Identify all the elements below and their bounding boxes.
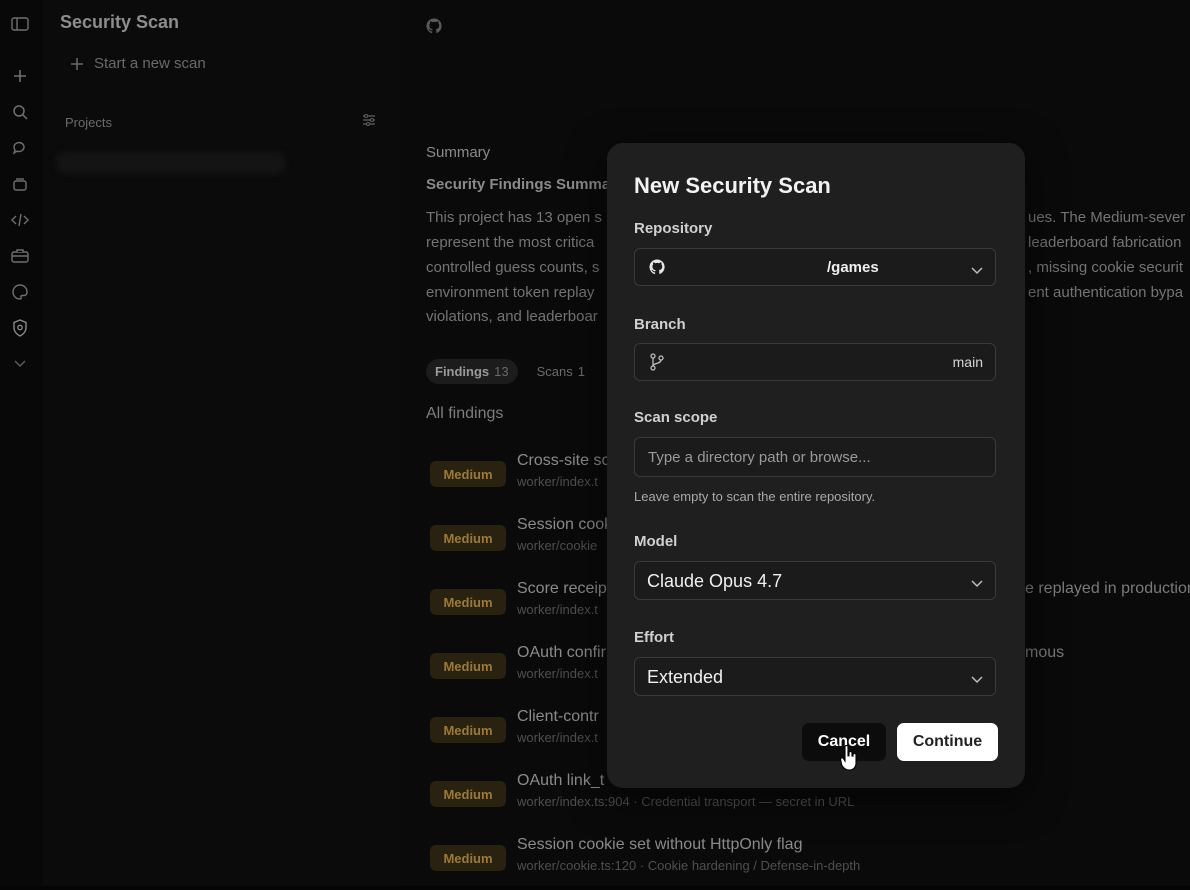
scan-scope-label: Scan scope: [634, 409, 718, 426]
summary-text-line: violations, and leaderboar: [426, 308, 598, 325]
summary-text-line: environment token replay: [426, 284, 595, 301]
finding-location: worker/index.t: [517, 730, 598, 745]
finding-title: Session cook: [517, 516, 613, 533]
summary-text-line: controlled guess counts, s: [426, 259, 600, 276]
projects-label: Projects: [65, 115, 112, 130]
model-label: Model: [634, 533, 678, 550]
plus-icon: [71, 57, 83, 70]
github-icon[interactable]: [426, 18, 442, 39]
start-new-scan-button[interactable]: Start a new scan: [70, 55, 206, 72]
finding-location: worker/index.t: [517, 666, 598, 681]
branch-value: main: [952, 354, 983, 370]
severity-badge: Medium: [430, 781, 506, 807]
hand-cursor-icon: [840, 745, 858, 776]
severity-badge: Medium: [430, 653, 506, 679]
findings-tabs: Findings 13 Scans 1: [426, 359, 594, 384]
git-branch-icon: [649, 353, 665, 376]
finding-row[interactable]: Medium Session cookie set without HttpOn…: [430, 836, 1170, 890]
repository-value: /games: [827, 259, 879, 276]
security-shield-icon[interactable]: [10, 318, 30, 338]
severity-badge: Medium: [430, 717, 506, 743]
summary-text-line: represent the most critica: [426, 234, 595, 251]
sidebar-toggle-icon[interactable]: [10, 14, 30, 34]
github-icon: [649, 259, 665, 280]
finding-title: Cross-site sc: [517, 452, 610, 469]
chevron-down-icon: [971, 671, 983, 689]
severity-badge: Medium: [430, 589, 506, 615]
finding-title: OAuth link_t: [517, 772, 605, 789]
summary-heading: Summary: [426, 144, 491, 161]
finding-location: worker/index.ts:904 · Credential transpo…: [517, 794, 855, 809]
summary-text-line: This project has 13 open s: [426, 209, 602, 226]
sidebar-title: Security Scan: [60, 12, 180, 32]
chats-icon[interactable]: [10, 138, 30, 158]
tab-findings[interactable]: Findings 13: [426, 359, 518, 384]
branch-select[interactable]: main: [634, 343, 996, 381]
filter-icon[interactable]: [362, 113, 376, 132]
scan-scope-input[interactable]: [635, 438, 995, 476]
palette-icon[interactable]: [10, 282, 30, 302]
scan-scope-field: [634, 437, 996, 477]
finding-location: worker/cookie.ts:120 · Cookie hardening …: [517, 858, 861, 873]
project-item-redacted[interactable]: [56, 152, 286, 174]
branch-label: Branch: [634, 316, 686, 333]
search-icon[interactable]: [10, 102, 30, 122]
finding-title: Session cookie set without HttpOnly flag: [517, 836, 803, 853]
tab-count: 13: [494, 364, 509, 379]
finding-title-tail: mous: [1025, 644, 1065, 661]
severity-badge: Medium: [430, 461, 506, 487]
finding-title: Client-contr: [517, 708, 599, 725]
new-security-scan-dialog: New Security Scan Repository /games Bran…: [607, 143, 1025, 788]
model-select[interactable]: Claude Opus 4.7: [634, 561, 996, 600]
dialog-title: New Security Scan: [634, 173, 831, 198]
sidebar: Security Scan Start a new scan Projects: [42, 0, 400, 886]
summary-text-line: ues. The Medium-sever: [1028, 209, 1186, 226]
repository-select[interactable]: /games: [634, 248, 996, 286]
start-new-scan-label: Start a new scan: [94, 55, 206, 72]
finding-location: worker/index.t: [517, 602, 598, 617]
summary-text-line: ent authentication bypa: [1028, 284, 1184, 301]
icon-rail: [0, 0, 42, 886]
tab-label: Findings: [435, 364, 490, 379]
finding-location: worker/index.t: [517, 474, 598, 489]
findings-summary-heading: Security Findings Summa: [426, 176, 611, 193]
chevron-down-icon[interactable]: [10, 354, 30, 374]
all-findings-heading: All findings: [426, 405, 504, 422]
finding-title-tail: e replayed in production: [1025, 580, 1190, 597]
summary-text-line: leaderboard fabrication: [1028, 234, 1182, 251]
tab-label: Scans: [536, 364, 573, 379]
chevron-down-icon: [971, 262, 983, 280]
toolbox-icon[interactable]: [10, 246, 30, 266]
finding-title: OAuth confir: [517, 644, 606, 661]
severity-badge: Medium: [430, 845, 506, 871]
finding-location: worker/cookie: [517, 538, 598, 553]
code-icon[interactable]: [10, 210, 30, 230]
effort-select[interactable]: Extended: [634, 657, 996, 696]
tab-count: 1: [577, 364, 586, 379]
scan-scope-hint: Leave empty to scan the entire repositor…: [634, 489, 876, 504]
model-value: Claude Opus 4.7: [647, 571, 783, 591]
tab-scans[interactable]: Scans 1: [528, 359, 594, 384]
severity-badge: Medium: [430, 525, 506, 551]
summary-text-line: , missing cookie securit: [1028, 259, 1184, 276]
continue-button[interactable]: Continue: [897, 723, 998, 761]
effort-label: Effort: [634, 629, 674, 646]
projects-icon[interactable]: [10, 174, 30, 194]
finding-title: Score receip: [517, 580, 607, 597]
effort-value: Extended: [647, 667, 724, 687]
plus-icon[interactable]: [10, 66, 30, 86]
chevron-down-icon: [971, 575, 983, 593]
repository-label: Repository: [634, 220, 713, 237]
